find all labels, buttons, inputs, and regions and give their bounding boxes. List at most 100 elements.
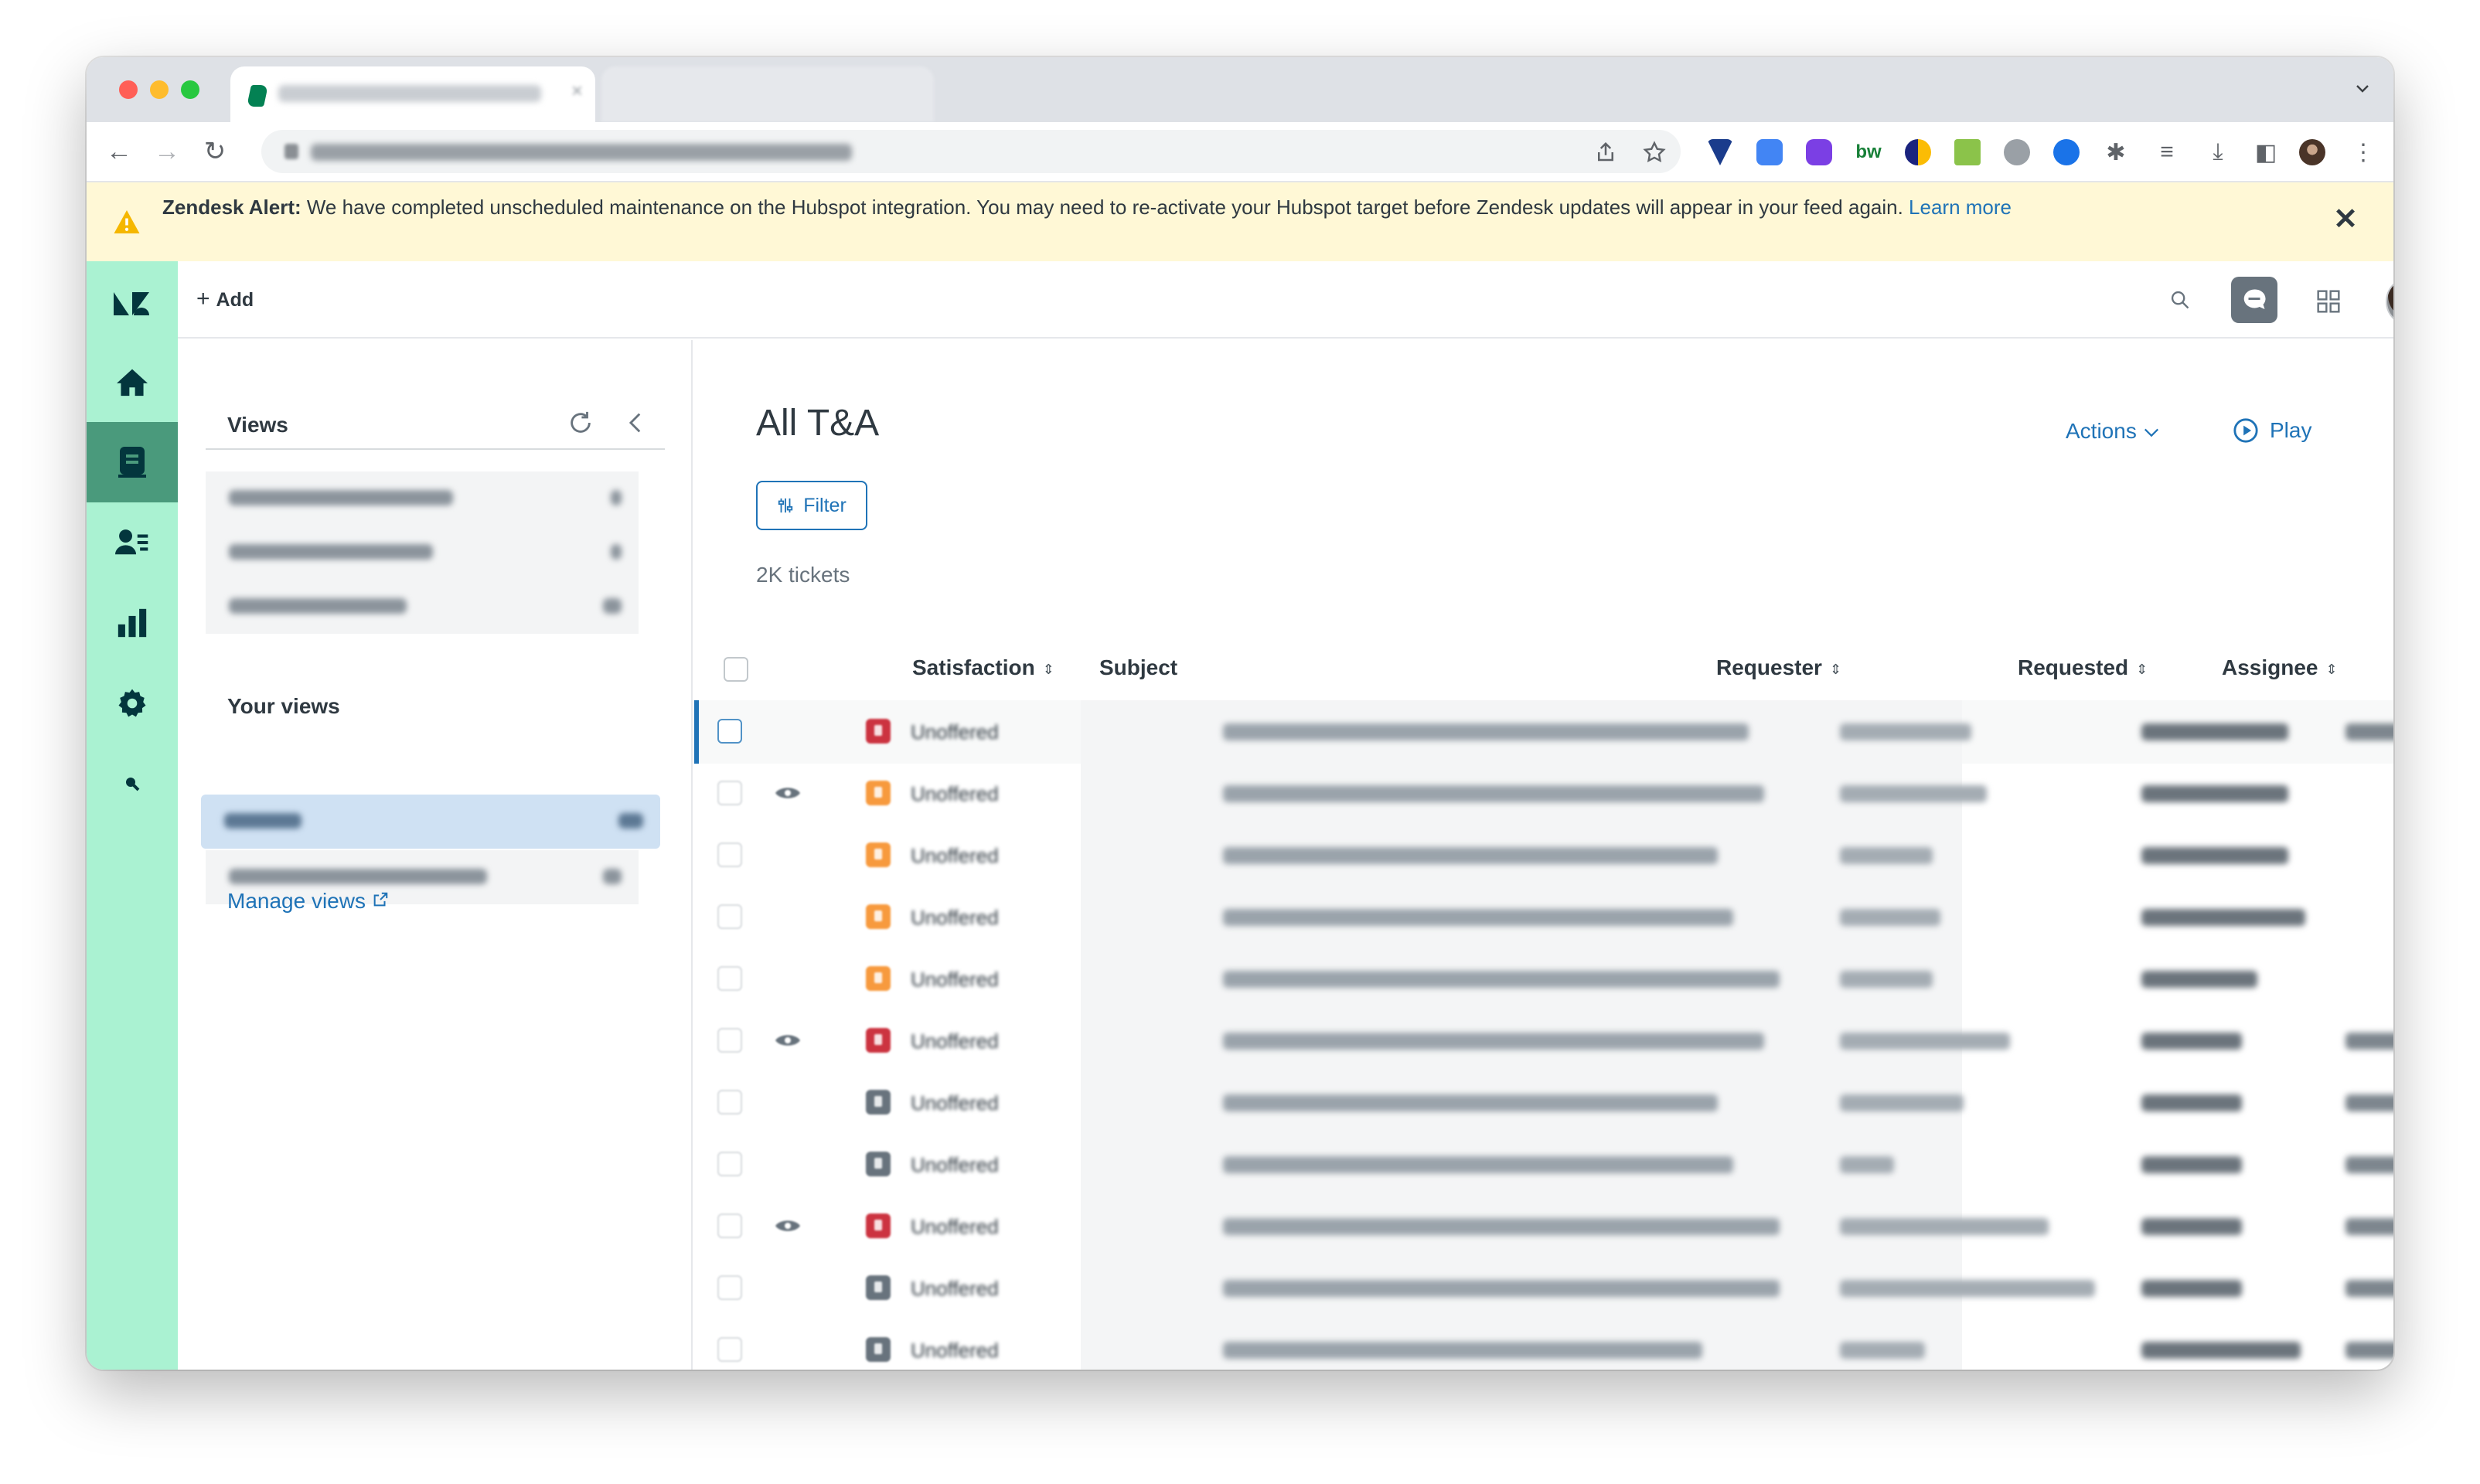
row-checkbox[interactable] [717, 1213, 742, 1238]
tab-search-chevron-icon[interactable] [2353, 79, 2372, 97]
table-row[interactable]: Unoffered [694, 948, 2393, 1011]
view-item-selected[interactable] [201, 795, 660, 849]
admin-nav[interactable] [87, 663, 178, 744]
subject-cell-redacted[interactable] [1223, 971, 1780, 988]
row-checkbox[interactable] [717, 966, 742, 991]
column-subject[interactable]: Subject [1099, 655, 1177, 680]
views-nav[interactable] [87, 422, 178, 502]
table-row[interactable]: Unoffered [694, 1257, 2393, 1320]
extension-cloud-icon[interactable] [2004, 139, 2030, 165]
conversations-button[interactable] [2231, 277, 2277, 323]
extensions-puzzle-icon[interactable]: ✱ [2101, 138, 2131, 167]
zendesk-logo-icon [114, 292, 149, 315]
requested-cell-redacted [2141, 723, 2288, 740]
share-icon[interactable] [1594, 141, 1617, 164]
home-nav[interactable] [87, 342, 178, 422]
requested-cell-redacted [2141, 1280, 2242, 1297]
subject-cell-redacted[interactable] [1223, 1218, 1780, 1235]
column-satisfaction-label: Satisfaction [912, 655, 1035, 679]
minimize-window-button[interactable] [150, 80, 169, 99]
subject-cell-redacted[interactable] [1223, 723, 1749, 740]
subject-cell-redacted[interactable] [1223, 1094, 1718, 1111]
row-checkbox[interactable] [717, 1090, 742, 1115]
subject-cell-redacted[interactable] [1223, 1342, 1702, 1359]
subject-cell-redacted[interactable] [1223, 909, 1733, 926]
browser-menu-icon[interactable]: ⋮ [2349, 138, 2378, 167]
customers-icon [115, 529, 148, 555]
download-icon[interactable]: ⤓ [2203, 138, 2233, 167]
products-grid-icon[interactable] [2316, 289, 2341, 314]
play-button[interactable]: Play [2233, 417, 2311, 444]
learn-more-link[interactable]: Learn more [1909, 196, 2012, 219]
extension-at-icon[interactable] [2053, 139, 2080, 165]
profile-avatar-icon[interactable] [2299, 139, 2325, 165]
table-row[interactable]: Unoffered [694, 1319, 2393, 1370]
row-checkbox[interactable] [717, 1275, 742, 1300]
subject-cell-redacted[interactable] [1223, 1280, 1780, 1297]
select-all-checkbox[interactable] [724, 657, 748, 682]
customers-nav[interactable] [87, 502, 178, 583]
requester-cell-redacted [1840, 1342, 1925, 1359]
requester-cell-redacted [1840, 723, 1971, 740]
browser-tab-new[interactable] [601, 66, 934, 122]
view-item-redacted[interactable] [206, 526, 639, 580]
row-checkbox[interactable] [717, 1152, 742, 1176]
close-icon[interactable]: ✕ [2333, 205, 2358, 234]
table-row[interactable]: Unoffered [694, 1009, 2393, 1073]
table-row[interactable]: Unoffered [694, 1133, 2393, 1196]
extension-translate-icon[interactable] [1756, 139, 1783, 165]
view-count-redacted [611, 544, 622, 560]
view-item-redacted[interactable] [206, 580, 639, 634]
row-checkbox[interactable] [717, 1337, 742, 1362]
table-row[interactable]: Unoffered [694, 886, 2393, 949]
reload-icon[interactable]: ↻ [199, 136, 230, 167]
refresh-icon[interactable] [567, 410, 594, 436]
extension-vercel-icon[interactable] [1707, 139, 1733, 165]
table-row[interactable]: Unoffered [694, 700, 2393, 764]
extension-half-circle-icon[interactable] [1905, 139, 1931, 165]
collapse-chevron-icon[interactable] [623, 410, 649, 436]
column-assignee[interactable]: Assignee ⇕ [2222, 655, 2338, 680]
actions-menu-button[interactable]: Actions [2066, 419, 2160, 444]
side-panel-icon[interactable]: ◧ [2251, 138, 2281, 167]
forward-arrow-icon[interactable]: → [152, 136, 182, 167]
maximize-window-button[interactable] [181, 80, 199, 99]
extension-purple-icon[interactable] [1806, 139, 1832, 165]
row-checkbox[interactable] [717, 1028, 742, 1053]
subject-cell-redacted[interactable] [1223, 847, 1718, 864]
subject-cell-redacted[interactable] [1223, 785, 1764, 802]
extension-u-icon[interactable] [1954, 139, 1981, 165]
row-checkbox[interactable] [717, 842, 742, 867]
subject-cell-redacted[interactable] [1223, 1033, 1764, 1050]
view-item-redacted[interactable] [206, 471, 639, 526]
close-window-button[interactable] [119, 80, 138, 99]
avatar[interactable] [2386, 277, 2393, 326]
tab-close-icon[interactable]: × [571, 79, 583, 103]
reading-list-icon[interactable]: ≡ [2152, 138, 2182, 167]
column-requester[interactable]: Requester ⇕ [1716, 655, 1841, 680]
warning-icon [114, 210, 140, 233]
search-nav[interactable] [87, 744, 178, 824]
column-requested[interactable]: Requested ⇕ [2018, 655, 2148, 680]
filter-button[interactable]: Filter [756, 481, 867, 530]
subject-cell-redacted[interactable] [1223, 1156, 1733, 1173]
reporting-nav[interactable] [87, 583, 178, 663]
zendesk-logo[interactable] [87, 261, 178, 342]
back-arrow-icon[interactable]: ← [104, 136, 135, 167]
row-checkbox[interactable] [717, 719, 742, 744]
row-checkbox[interactable] [717, 904, 742, 929]
search-icon[interactable] [2169, 289, 2191, 311]
column-satisfaction[interactable]: Satisfaction ⇕ [912, 655, 1054, 680]
address-bar[interactable] [261, 130, 1681, 173]
row-checkbox[interactable] [717, 781, 742, 805]
manage-views-link[interactable]: Manage views [227, 889, 389, 914]
bookmark-star-icon[interactable] [1642, 140, 1667, 165]
table-row[interactable]: Unoffered [694, 824, 2393, 887]
browser-tab-active[interactable]: × [230, 66, 595, 122]
table-row[interactable]: Unoffered [694, 762, 2393, 825]
table-row[interactable]: Unoffered [694, 1195, 2393, 1258]
search-icon [126, 778, 140, 791]
add-button[interactable]: + Add [196, 286, 254, 312]
extension-bw-icon[interactable]: bw [1855, 139, 1882, 165]
table-row[interactable]: Unoffered [694, 1071, 2393, 1135]
